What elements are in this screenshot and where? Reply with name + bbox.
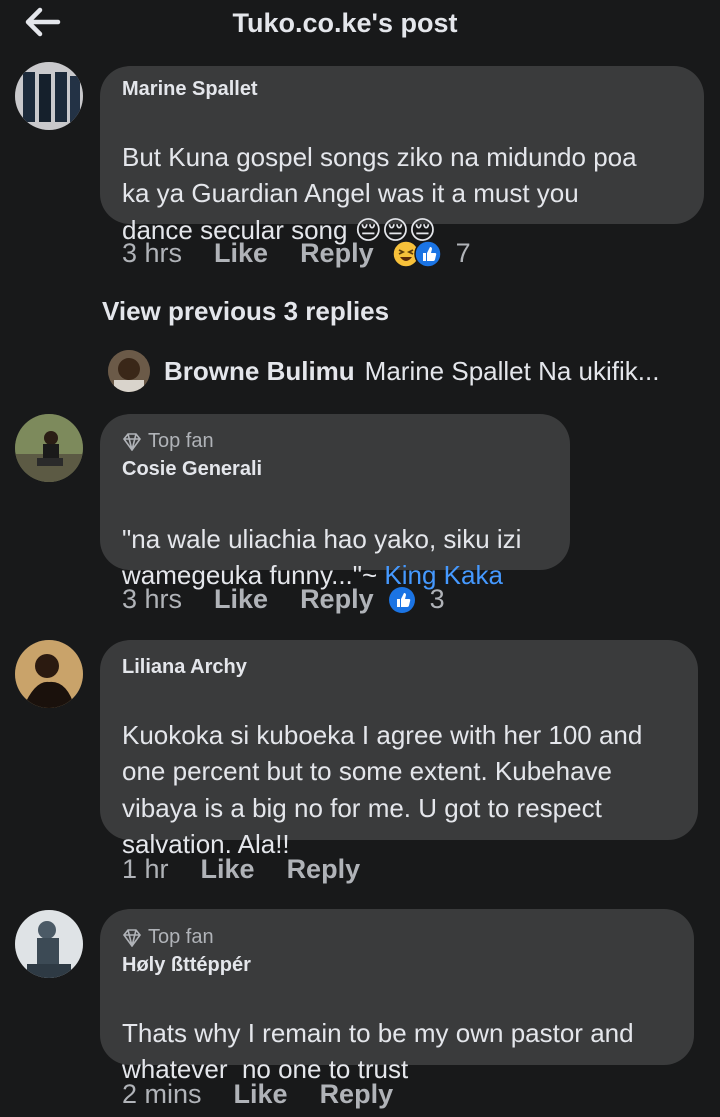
avatar-photo-icon (15, 62, 83, 130)
comment-text: "na wale uliachia hao yako, siku izi wam… (122, 484, 521, 594)
comment-line: vibaya is a big no for me. U got to resp… (122, 792, 602, 823)
diamond-icon (122, 432, 142, 451)
view-previous-replies-link[interactable]: View previous 3 replies (102, 296, 389, 327)
like-button[interactable]: Like (214, 238, 268, 269)
like-reaction-icon (388, 586, 415, 613)
reactions[interactable] (388, 586, 416, 614)
page-title: Tuko.co.ke's post (232, 8, 458, 38)
badge-label: Top fan (148, 430, 214, 452)
like-button[interactable]: Like (214, 584, 268, 615)
comment-text: But Kuna gospel songs ziko na midundo po… (122, 102, 637, 248)
timestamp[interactable]: 3 hrs (122, 238, 182, 269)
reply-author: Browne Bulimu (164, 355, 355, 386)
badge-label: Top fan (148, 926, 214, 948)
comment-line: one percent but to some extent. Kubehave (122, 756, 613, 786)
reply-text: Marine Spallet Na ukifik... (364, 355, 660, 386)
avatar[interactable] (15, 910, 83, 978)
like-reaction-icon (413, 239, 442, 268)
comment-actions: 3 hrs Like Reply 7 (122, 238, 471, 269)
like-button[interactable]: Like (234, 1079, 288, 1110)
comment-text: Thats why I remain to be my own pastor a… (122, 978, 634, 1088)
comment-line: "na wale uliachia hao yako, siku izi (122, 523, 522, 554)
timestamp[interactable]: 3 hrs (122, 584, 182, 615)
avatar[interactable] (15, 414, 83, 482)
comment-text: Kuokoka si kuboeka I agree with her 100 … (122, 680, 642, 863)
timestamp[interactable]: 2 mins (122, 1079, 202, 1110)
comment-actions: 2 mins Like Reply (122, 1079, 425, 1110)
comment-author[interactable]: Høly ßttéppér (122, 954, 251, 977)
avatar[interactable] (15, 640, 83, 708)
avatar-photo-icon (108, 350, 150, 392)
reply-button[interactable]: Reply (300, 584, 374, 615)
comment-line: Kuokoka si kuboeka I agree with her 100 … (122, 719, 643, 750)
like-button[interactable]: Like (201, 854, 255, 885)
comment-line: ka ya Guardian Angel was it a must you (122, 178, 579, 208)
reply-button[interactable]: Reply (300, 238, 374, 269)
reaction-count: 7 (455, 238, 471, 268)
timestamp[interactable]: 1 hr (122, 854, 169, 885)
reaction-count: 3 (429, 584, 445, 614)
top-fan-badge: Top fan (122, 926, 214, 949)
header: Tuko.co.ke's post (0, 0, 720, 52)
reply-preview[interactable]: Browne Bulimu Marine Spallet Na ukifik..… (108, 350, 659, 392)
avatar-photo-icon (15, 640, 83, 708)
avatar (108, 350, 150, 392)
comment-actions: 3 hrs Like Reply 3 (122, 584, 445, 615)
avatar-photo-icon (15, 414, 83, 482)
reply-button[interactable]: Reply (287, 854, 361, 885)
comment-author[interactable]: Liliana Archy (122, 656, 247, 679)
avatar-photo-icon (15, 910, 83, 978)
comment-actions: 1 hr Like Reply (122, 854, 392, 885)
top-fan-badge: Top fan (122, 430, 214, 453)
reactions[interactable] (391, 239, 442, 268)
comment-line: But Kuna gospel songs ziko na midundo po… (122, 141, 637, 172)
comment-line: Thats why I remain to be my own pastor a… (122, 1017, 634, 1048)
diamond-icon (122, 928, 142, 947)
avatar[interactable] (15, 62, 83, 130)
reply-button[interactable]: Reply (320, 1079, 394, 1110)
comment-author[interactable]: Cosie Generali (122, 458, 262, 481)
comment-author[interactable]: Marine Spallet (122, 78, 258, 101)
